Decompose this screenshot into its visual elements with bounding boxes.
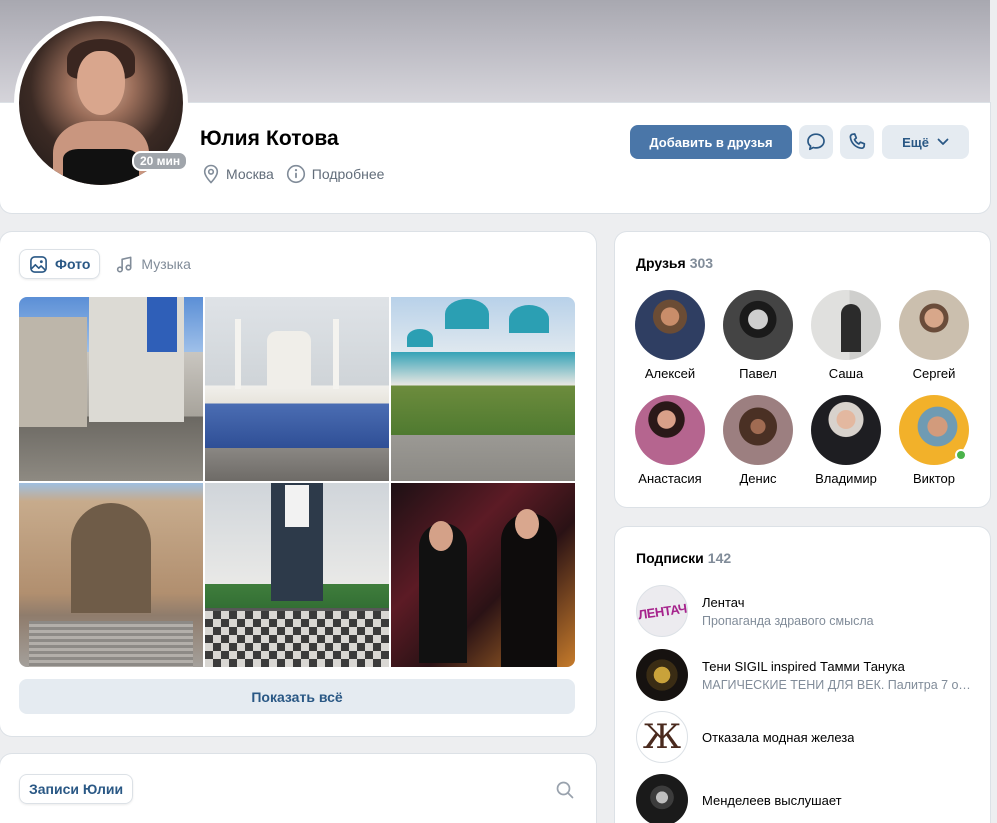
show-all-photos-button[interactable]: Показать всё [19,679,575,714]
friends-grid: Алексей Павел Саша Сергей Анастасия Дени… [635,290,975,486]
music-note-icon [117,256,132,273]
photo-thumbnail[interactable] [19,297,203,481]
friend-name: Сергей [912,366,956,381]
subscription-name: Тени SIGIL inspired Тамми Танука [702,658,905,674]
message-button[interactable] [799,125,833,159]
friends-card: Друзья 303 Алексей Павел Саша Сергей Анас… [615,232,990,507]
friend-item[interactable]: Денис [723,395,793,486]
friend-name: Саша [828,366,864,381]
details-label: Подробнее [311,166,385,182]
subscription-name: Отказала модная железа [702,729,855,745]
lentach-logo: ЛЕНТАЧ [636,600,688,622]
friend-item[interactable]: Павел [723,290,793,381]
subscription-item[interactable]: Ж Отказала модная железа [636,711,981,763]
info-icon [286,164,305,184]
tab-photos-label: Фото [55,256,91,272]
zhe-logo: Ж [642,717,682,757]
friends-title: Друзья [636,255,686,271]
subscription-item[interactable]: Менделеев выслушает [636,774,981,823]
photo-icon [30,255,47,273]
avatar [811,395,881,465]
subscription-desc: МАГИЧЕСКИЕ ТЕНИ ДЛЯ ВЕК. Палитра 7 оттен… [702,677,974,692]
city-info: Москва [202,164,274,184]
friend-name: Владимир [815,471,877,486]
friend-item[interactable]: Владимир [811,395,881,486]
friends-count: 303 [689,255,714,271]
avatar [723,395,793,465]
city-label: Москва [226,166,274,182]
subscriptions-count: 142 [707,550,732,566]
friend-name: Павел [739,366,777,381]
avatar [811,290,881,360]
subscriptions-header[interactable]: Подписки 142 [636,550,731,566]
photo-thumbnail[interactable] [391,483,575,667]
subscriptions-title: Подписки [636,550,704,566]
friend-item[interactable]: Виктор [899,395,969,486]
photo-thumbnail[interactable] [391,297,575,481]
photo-thumbnail[interactable] [205,297,389,481]
avatar: ЛЕНТАЧ [636,585,688,637]
avatar [636,774,688,823]
photo-grid [19,297,575,667]
last-seen-badge: 20 мин [132,151,189,171]
profile-meta: Москва Подробнее [202,164,396,184]
search-icon [556,781,574,799]
add-friend-button[interactable]: Добавить в друзья [630,125,792,159]
avatar [899,395,969,465]
more-button[interactable]: Ещё [882,125,969,159]
chevron-down-icon [937,138,949,145]
subscription-item[interactable]: Тени SIGIL inspired Тамми Танука МАГИЧЕС… [636,649,981,701]
avatar [723,290,793,360]
avatar [635,290,705,360]
call-button[interactable] [840,125,874,159]
subscriptions-card: Подписки 142 ЛЕНТАЧ Лентач Пропаганда здр… [615,527,990,823]
avatar [899,290,969,360]
subscription-item[interactable]: ЛЕНТАЧ Лентач Пропаганда здравого смысла [636,585,981,637]
friend-item[interactable]: Сергей [899,290,969,381]
photos-card: Фото Музыка Показать всё [0,232,596,736]
phone-icon [849,133,866,150]
location-pin-icon [203,164,219,184]
posts-search-button[interactable] [555,780,575,805]
online-indicator [955,449,967,461]
friend-name: Алексей [644,366,696,381]
message-bubble-icon [807,133,825,151]
photo-thumbnail[interactable] [205,483,389,667]
tab-music-label: Музыка [141,256,191,272]
photo-thumbnail[interactable] [19,483,203,667]
friend-name: Денис [739,471,777,486]
friend-item[interactable]: Анастасия [635,395,705,486]
subscription-name: Лентач [702,594,745,610]
media-tabs: Фото Музыка [19,249,200,279]
subscription-desc: Пропаганда здравого смысла [702,613,874,628]
tab-photos[interactable]: Фото [19,249,101,279]
details-link[interactable]: Подробнее [286,164,385,184]
friend-name: Виктор [912,471,956,486]
more-label: Ещё [902,134,929,150]
tab-posts[interactable]: Записи Юлии [19,774,134,804]
subscription-name: Менделеев выслушает [702,792,842,808]
avatar: Ж [636,711,688,763]
friends-header[interactable]: Друзья 303 [636,255,713,271]
friend-item[interactable]: Алексей [635,290,705,381]
profile-name: Юлия Котова [200,127,339,150]
friend-name: Анастасия [638,471,702,486]
avatar [636,649,688,701]
avatar [635,395,705,465]
tab-music[interactable]: Музыка [106,249,200,279]
posts-card: Записи Юлии [0,754,596,823]
friend-item[interactable]: Саша [811,290,881,381]
